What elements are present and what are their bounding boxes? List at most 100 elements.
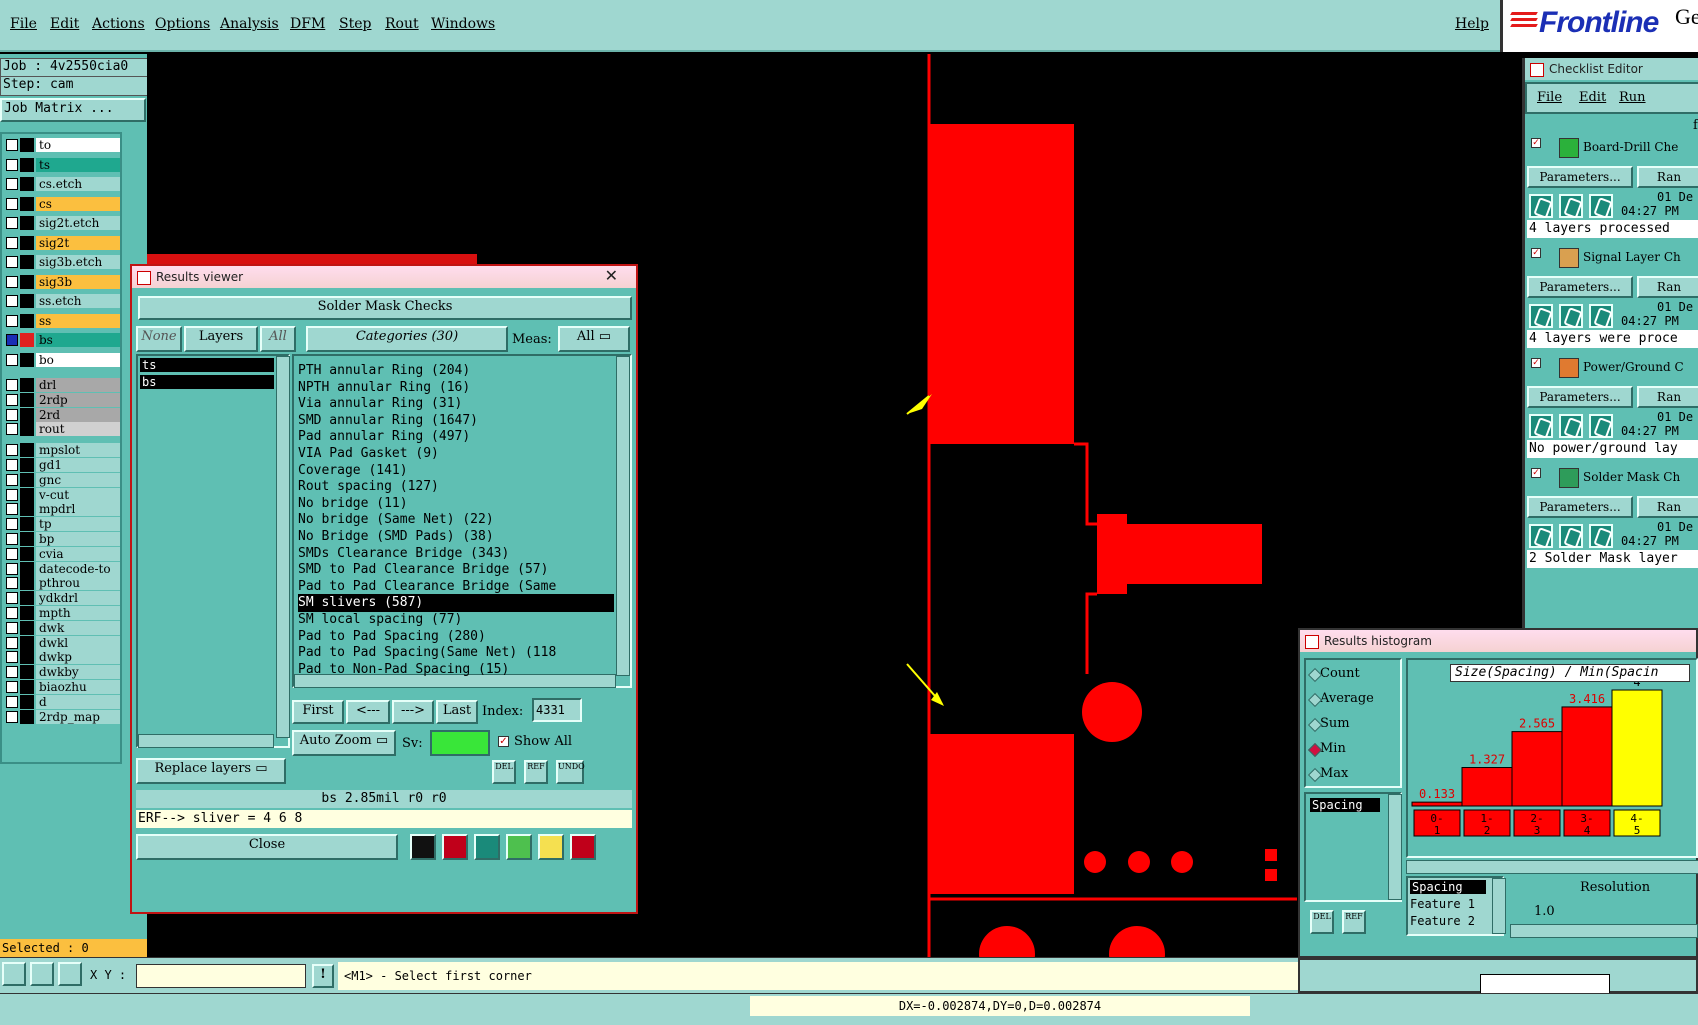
menu-edit[interactable]: Edit xyxy=(50,16,79,32)
layer-checkbox[interactable] xyxy=(6,621,18,634)
layer-row[interactable]: cs.etch xyxy=(4,177,120,191)
layer-name[interactable]: bp xyxy=(36,532,120,546)
ref-button[interactable]: REF xyxy=(524,760,548,784)
layer-checkbox[interactable] xyxy=(6,275,18,288)
run-icon[interactable] xyxy=(1559,304,1583,328)
category-item[interactable]: Rout spacing (127) xyxy=(298,478,614,496)
layer-checkbox[interactable] xyxy=(6,562,18,575)
index-input[interactable]: 4331 xyxy=(532,698,582,722)
category-item[interactable]: Coverage (141) xyxy=(298,462,614,480)
mode-sum[interactable]: Sum xyxy=(1307,714,1350,734)
parameters-button[interactable]: Parameters... xyxy=(1527,276,1633,298)
checklist-menu-file[interactable]: File xyxy=(1537,90,1562,105)
parameters-button[interactable]: Parameters... xyxy=(1527,166,1633,188)
chart-tool-icon[interactable] xyxy=(410,834,436,860)
feature-scrollbar[interactable] xyxy=(1492,878,1506,934)
layer-checkbox[interactable] xyxy=(6,666,18,679)
layer-name[interactable]: dwkby xyxy=(36,665,120,680)
menu-step[interactable]: Step xyxy=(339,16,371,32)
parameters-button[interactable]: Parameters... xyxy=(1527,496,1633,518)
menu-rout[interactable]: Rout xyxy=(385,16,419,32)
close-button[interactable]: Close xyxy=(136,834,398,860)
layer-name[interactable]: d xyxy=(36,694,120,709)
last-button[interactable]: Last xyxy=(436,700,478,724)
check-enable-checkbox[interactable]: ✓ xyxy=(1531,138,1541,148)
layer-row[interactable]: 2rdp_map xyxy=(4,709,120,724)
layer-row[interactable]: pthrou xyxy=(4,576,120,591)
histogram-bar[interactable] xyxy=(1411,801,1463,807)
layer-name[interactable]: ss xyxy=(36,313,120,328)
layers-scrollbar[interactable] xyxy=(276,356,290,738)
layer-checkbox[interactable] xyxy=(6,636,18,649)
layer-row[interactable]: 2rdp xyxy=(4,392,120,407)
histogram-titlebar[interactable]: Results histogram xyxy=(1300,630,1696,652)
layer-name[interactable]: ts xyxy=(36,157,120,172)
layer-checkbox[interactable] xyxy=(6,681,18,693)
histogram-tool-icon[interactable] xyxy=(570,834,596,860)
run-icon[interactable] xyxy=(1529,194,1553,218)
run-icon[interactable] xyxy=(1529,414,1553,438)
layer-name[interactable]: dwk xyxy=(36,620,120,635)
layer-name[interactable]: v-cut xyxy=(36,487,120,502)
layer-name[interactable]: 2rdp_map xyxy=(36,709,120,724)
layer-checkbox[interactable] xyxy=(6,393,18,406)
layer-name[interactable]: sig2t.etch xyxy=(36,216,120,230)
run-icon[interactable] xyxy=(1589,194,1613,218)
layer-name[interactable]: sig3b xyxy=(36,274,120,289)
layer-row[interactable]: gd1 xyxy=(4,458,120,472)
check-name[interactable]: Signal Layer Ch xyxy=(1583,250,1681,264)
layer-checkbox[interactable] xyxy=(6,459,18,471)
mini-map[interactable] xyxy=(1480,974,1610,994)
histogram-bar[interactable] xyxy=(1461,767,1513,807)
run-icon[interactable] xyxy=(1589,304,1613,328)
results-viewer-titlebar[interactable]: Results viewer ✕ xyxy=(132,266,636,288)
layer-name[interactable]: bo xyxy=(36,352,120,367)
layer-row[interactable]: ts xyxy=(4,157,120,172)
layer-row[interactable]: datecode-to xyxy=(4,561,120,576)
menu-help[interactable]: Help xyxy=(1455,16,1489,32)
categories-button[interactable]: Categories (30) xyxy=(306,326,508,352)
check-enable-checkbox[interactable]: ✓ xyxy=(1531,468,1541,478)
layer-checkbox[interactable] xyxy=(6,139,18,151)
histogram-bar[interactable] xyxy=(1611,689,1663,807)
category-item[interactable]: VIA Pad Gasket (9) xyxy=(298,445,614,463)
histogram-bar[interactable] xyxy=(1511,731,1563,807)
first-button[interactable]: First xyxy=(292,700,344,724)
layer-checkbox[interactable] xyxy=(6,607,18,619)
layer-checkbox[interactable] xyxy=(6,295,18,307)
run-icon[interactable] xyxy=(1589,524,1613,548)
menu-file[interactable]: File xyxy=(10,16,37,32)
replace-layers-select[interactable]: Replace layers ▭ xyxy=(136,758,286,784)
layer-row[interactable]: drl xyxy=(4,378,120,392)
histogram-hscrollbar[interactable] xyxy=(1406,860,1698,874)
mode-max[interactable]: Max xyxy=(1307,764,1348,784)
histogram-ref-button[interactable]: REF xyxy=(1342,910,1366,934)
layer-name[interactable]: bs xyxy=(36,333,120,347)
menu-options[interactable]: Options xyxy=(155,16,210,32)
layers-hscrollbar[interactable] xyxy=(138,734,274,748)
category-item[interactable]: Pad to Pad Spacing (280) xyxy=(298,628,614,646)
layer-checkbox[interactable] xyxy=(6,592,18,605)
run-icon[interactable] xyxy=(1559,524,1583,548)
layer-checkbox[interactable] xyxy=(6,314,18,327)
layer-name[interactable]: to xyxy=(36,138,120,152)
run-icon[interactable] xyxy=(1529,524,1553,548)
layer-name[interactable]: gnc xyxy=(36,472,120,487)
layer-row[interactable]: biaozhu xyxy=(4,680,120,694)
run-icon[interactable] xyxy=(1559,414,1583,438)
layer-name[interactable]: cvia xyxy=(36,546,120,561)
layer-checkbox[interactable] xyxy=(6,408,18,421)
job-matrix-button[interactable]: Job Matrix ... xyxy=(0,98,146,122)
layer-row[interactable]: cs xyxy=(4,196,120,211)
layer-list-item[interactable]: ts xyxy=(140,358,274,372)
layer-name[interactable]: gd1 xyxy=(36,458,120,472)
layer-row[interactable]: mpdrl xyxy=(4,502,120,517)
checklist-menu-run[interactable]: Run xyxy=(1619,90,1646,105)
category-item[interactable]: PTH annular Ring (204) xyxy=(298,362,614,380)
mode-average[interactable]: Average xyxy=(1307,689,1374,709)
layer-name[interactable]: rout xyxy=(36,422,120,437)
layer-row[interactable]: tp xyxy=(4,517,120,532)
layer-checkbox[interactable] xyxy=(6,444,18,457)
layer-row[interactable]: sig3b.etch xyxy=(4,255,120,269)
layer-checkbox[interactable] xyxy=(6,158,18,171)
